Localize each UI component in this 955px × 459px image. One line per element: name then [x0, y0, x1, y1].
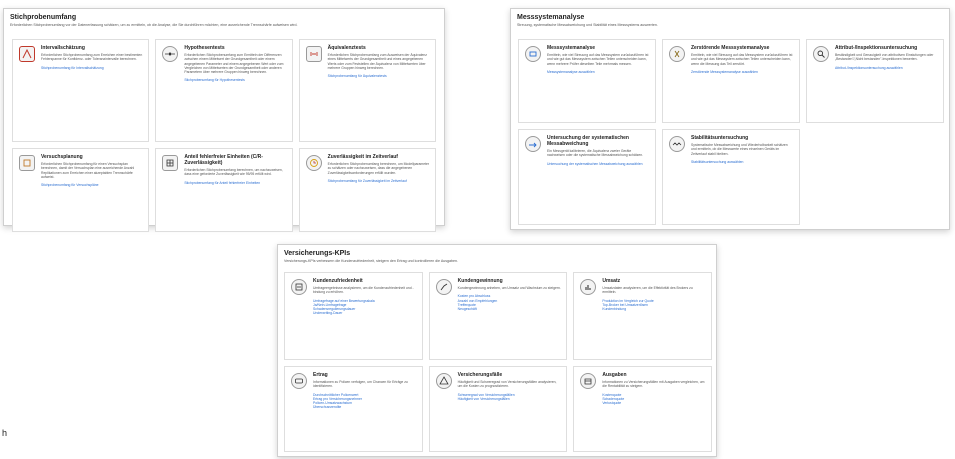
card-title: Anteil fehlerfreier Einheiten (C/R-Zuver… — [184, 154, 263, 166]
card-title: Versuchsplanung — [41, 154, 83, 160]
card-title: Intervallschätzung — [41, 45, 85, 51]
link-haeufigkeit[interactable]: Häufigkeit von Versicherungsfällen — [458, 397, 562, 401]
panel-description: Streuung, systematische Messabweichung u… — [517, 23, 658, 27]
link-verlustquote[interactable]: Verlustquote — [602, 401, 706, 405]
clock-icon — [305, 155, 322, 171]
card-description: Ein Messgerät kalibrieren, die Äquivalen… — [547, 149, 644, 158]
link-aequivalenztests[interactable]: Stichprobenumfang für Äquivalenztests — [328, 74, 430, 78]
card-title: Zerstörende Messsystemanalyse — [691, 45, 770, 51]
card-title: Untersuchung der systematischen Messabwe… — [547, 135, 629, 147]
card-title: Attribut-/Inspektionsuntersuchung — [835, 45, 918, 51]
link-anteil-fehlerfreier[interactable]: Stichprobenumfang für Anteil fehlerfreie… — [184, 181, 286, 185]
card-description: Systematische Messabweichung und Wiederh… — [691, 143, 788, 156]
card-hypothesentests[interactable]: Hypothesentests Erforderlichen Stichprob… — [155, 39, 293, 142]
card-description: Beständigkeit und Genauigkeit von attrib… — [835, 53, 934, 62]
card-description: Ermitteln, wie viel Streuung auf das Mes… — [691, 53, 793, 66]
card-description: Erforderlichen Stichprobenumfang berechn… — [184, 168, 283, 177]
claims-icon — [435, 373, 452, 389]
card-description: Ermitteln, wie viel Streuung auf das Mes… — [547, 53, 649, 66]
money-icon — [291, 373, 307, 389]
card-title: Hypothesentests — [184, 45, 225, 51]
equivalence-icon — [305, 46, 322, 62]
hypothesis-icon — [162, 46, 179, 62]
destructive-test-icon — [669, 46, 685, 62]
card-zerstoerende-msa[interactable]: Zerstörende Messsystemanalyse Ermitteln,… — [662, 39, 800, 123]
card-title: Zuverlässigkeit im Zeitverlauf — [327, 154, 398, 160]
grid-icon — [162, 155, 179, 171]
card-description: Häufigkeit und Schweregrad von Versicher… — [457, 380, 557, 389]
link-ueberschussrendite[interactable]: Überschussrendite — [313, 405, 417, 409]
card-messsystemanalyse[interactable]: Messsystemanalyse Ermitteln, wie viel St… — [518, 39, 656, 123]
card-description: Erforderlichen Stichprobenumfang zum Erm… — [184, 53, 284, 75]
panel-title: Messsystemanalyse — [517, 14, 585, 21]
card-description: Umfrageergebnisse analysieren, um die Ku… — [313, 286, 414, 295]
card-description: Erforderlichen Stichprobenumfang berechn… — [327, 162, 430, 175]
link-neugeschaeft[interactable]: Neugeschäft — [458, 307, 562, 311]
card-description: Informationen zu Versicherungsfällen mit… — [602, 380, 705, 389]
link-hypothesentests[interactable]: Stichprobenumfang für Hypothesentests — [184, 78, 286, 82]
card-description: Erforderlichen Stichprobenumfang für ein… — [41, 162, 135, 179]
card-description: Informationen zu Policen verfolgen, um C… — [313, 380, 408, 389]
link-messsystemanalyse[interactable]: Messsystemanalyse auswählen — [547, 70, 650, 74]
panel-versicherungs-kpis: Versicherungs-KPIs Versicherungs-KPIs ve… — [277, 244, 717, 457]
panel-title: Versicherungs-KPIs — [284, 250, 351, 257]
link-stabilitaetsuntersuchung[interactable]: Stabilitätsuntersuchung auswählen — [691, 160, 794, 164]
card-versuchsplanung[interactable]: Versuchsplanung Erforderlichen Stichprob… — [12, 148, 150, 232]
card-title: Ertrag — [313, 372, 328, 378]
link-kundenbindung[interactable]: Kundenbindung — [602, 307, 706, 311]
panel-stichprobenumfang: Stichprobenumfang Erforderlichen Stichpr… — [3, 8, 445, 232]
magnifier-icon — [813, 46, 829, 62]
card-description: Erforderlichen Stichprobenumfang zum Aus… — [327, 53, 427, 70]
link-attribut-inspektion[interactable]: Attribut-/Inspektionsuntersuchung auswäh… — [835, 66, 938, 70]
card-umsatz[interactable]: Umsatz Umsatzdaten analysieren, um die E… — [573, 272, 712, 360]
card-kundengewinnung[interactable]: Kundengewinnung Kundengewinnung anheben,… — [428, 272, 568, 360]
card-title: Stabilitätsuntersuchung — [691, 135, 749, 141]
card-description: Kundengewinnung anheben, um Umsatz und W… — [457, 286, 561, 290]
growth-icon — [435, 279, 452, 295]
card-ertrag[interactable]: Ertrag Informationen zu Policen verfolge… — [284, 366, 423, 452]
link-intervallschaetzung[interactable]: Stichprobenumfang für Intervallschätzung — [41, 66, 143, 70]
stability-icon — [669, 136, 685, 152]
panel-messsystemanalyse: Messsystemanalyse Streuung, systematisch… — [510, 8, 950, 230]
card-systematische-messabweichung[interactable]: Untersuchung der systematischen Messabwe… — [518, 129, 656, 225]
link-zuverlaessigkeit[interactable]: Stichprobenumfang für Zuverlässigkeit im… — [328, 179, 430, 183]
card-ausgaben[interactable]: Ausgaben Informationen zu Versicherungsf… — [573, 366, 712, 452]
link-underwriting-dauer[interactable]: Underwriting-Dauer — [313, 311, 417, 315]
card-title: Ausgaben — [602, 372, 627, 378]
partial-text: h — [2, 428, 8, 438]
card-title: Versicherungsfälle — [457, 372, 503, 378]
card-aequivalenztests[interactable]: Äquivalenztests Erforderlichen Stichprob… — [298, 39, 436, 142]
card-description: Umsatzdaten analysieren, um die Effektiv… — [602, 286, 693, 295]
link-versuchsplaene[interactable]: Stichprobenumfang für Versuchspläne — [41, 183, 143, 187]
card-title: Messsystemanalyse — [547, 45, 596, 51]
card-anteil-fehlerfreier[interactable]: Anteil fehlerfreier Einheiten (C/R-Zuver… — [155, 148, 293, 232]
measurement-icon — [525, 46, 541, 62]
panel-title: Stichprobenumfang — [10, 14, 77, 21]
gauge-icon — [525, 136, 541, 152]
doe-icon — [19, 155, 35, 171]
satisfaction-icon — [291, 279, 307, 295]
card-intervallschaetzung[interactable]: Intervallschätzung Erforderlichen Stichp… — [12, 39, 150, 142]
link-systematische-messabweichung[interactable]: Untersuchung der systematischen Messabwe… — [547, 162, 650, 166]
interval-icon — [19, 46, 35, 62]
card-kundenzufriedenheit[interactable]: Kundenzufriedenheit Umfrageergebnisse an… — [284, 272, 423, 360]
card-title: Kundenzufriedenheit — [313, 278, 363, 284]
card-attribut-inspektion[interactable]: Attribut-/Inspektionsuntersuchung Bestän… — [806, 39, 944, 123]
expenses-icon — [580, 373, 597, 389]
panel-description: Versicherungs-KPIs verbessern die Kunden… — [284, 259, 459, 263]
bar-chart-icon — [580, 279, 597, 295]
card-title: Äquivalenztests — [327, 45, 366, 51]
panel-description: Erforderlichen Stichprobenumfang vor der… — [10, 23, 298, 27]
card-title: Kundengewinnung — [457, 278, 503, 284]
link-zerstoerende-msa[interactable]: Zerstörende Messsystemanalyse auswählen — [691, 70, 794, 74]
card-versicherungsfaelle[interactable]: Versicherungsfälle Häufigkeit und Schwer… — [428, 366, 568, 452]
card-zuverlaessigkeit-zeitverlauf[interactable]: Zuverlässigkeit im Zeitverlauf Erforderl… — [298, 148, 436, 232]
card-description: Erforderlichen Stichprobenumfang zum Err… — [41, 53, 143, 62]
card-title: Umsatz — [602, 278, 621, 284]
card-stabilitaetsuntersuchung[interactable]: Stabilitätsuntersuchung Systematische Me… — [662, 129, 800, 225]
